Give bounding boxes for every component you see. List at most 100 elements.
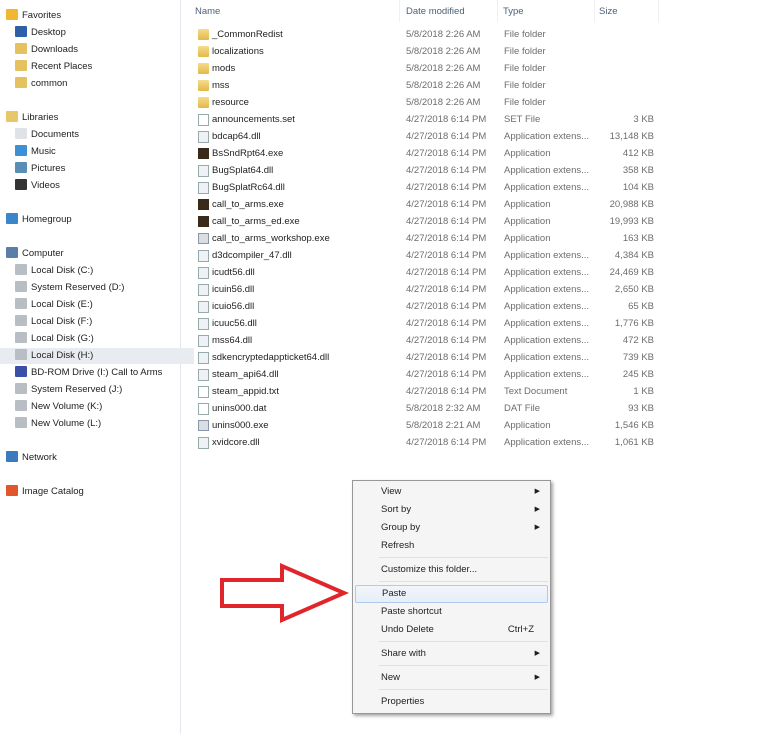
nav-drive[interactable]: System Reserved (D:) xyxy=(15,280,124,296)
nav-homegroup[interactable]: Homegroup xyxy=(6,212,72,228)
menu-item-new[interactable]: New ▶ xyxy=(355,669,548,687)
column-date[interactable]: Date modified xyxy=(406,6,465,17)
nav-libraries-item[interactable]: Videos xyxy=(15,178,60,194)
menu-item-undo-delete[interactable]: Undo Delete Ctrl+Z xyxy=(355,621,548,639)
nav-drive[interactable]: Local Disk (H:) xyxy=(0,348,194,364)
menu-item-paste[interactable]: Paste xyxy=(355,585,548,603)
column-type[interactable]: Type xyxy=(503,6,524,17)
nav-drive[interactable]: New Volume (K:) xyxy=(15,399,102,415)
nav-drive[interactable]: Local Disk (C:) xyxy=(15,263,93,279)
file-row[interactable]: steam_appid.txt 4/27/2018 6:14 PM Text Doc… xyxy=(190,383,660,400)
menu-item-refresh[interactable]: Refresh xyxy=(355,537,548,555)
menu-item-group-by[interactable]: Group by ▶ xyxy=(355,519,548,537)
nav-label: common xyxy=(31,78,68,89)
file-type: Application extens... xyxy=(504,182,590,193)
file-row[interactable]: BugSplat64.dll 4/27/2018 6:14 PM Applicati… xyxy=(190,162,660,179)
nav-label: Local Disk (G:) xyxy=(31,333,94,344)
file-type: File folder xyxy=(504,97,546,108)
menu-item-properties[interactable]: Properties xyxy=(355,693,548,711)
nav-network[interactable]: Network xyxy=(6,450,57,466)
file-icon xyxy=(198,335,209,347)
nav-drive[interactable]: Local Disk (E:) xyxy=(15,297,93,313)
file-row[interactable]: mss 5/8/2018 2:26 AM File folder xyxy=(190,77,660,94)
menu-separator xyxy=(379,689,548,690)
column-name[interactable]: Name xyxy=(195,6,220,17)
file-name: unins000.exe xyxy=(212,420,269,431)
favorites-item-icon xyxy=(15,26,27,37)
file-size: 4,384 KB xyxy=(614,250,654,261)
menu-item-view[interactable]: View ▶ xyxy=(355,483,548,501)
file-row[interactable]: sdkencryptedappticket64.dll 4/27/2018 6:1… xyxy=(190,349,660,366)
nav-drive[interactable]: Local Disk (G:) xyxy=(15,331,94,347)
nav-drive[interactable]: System Reserved (J:) xyxy=(15,382,122,398)
file-row[interactable]: unins000.dat 5/8/2018 2:32 AM DAT File 93 K… xyxy=(190,400,660,417)
column-size[interactable]: Size xyxy=(599,6,617,17)
computer-icon xyxy=(6,247,18,258)
nav-libraries-item[interactable]: Pictures xyxy=(15,161,65,177)
menu-item-paste-shortcut[interactable]: Paste shortcut xyxy=(355,603,548,621)
file-name: icuio56.dll xyxy=(212,301,255,312)
nav-libraries-item[interactable]: Music xyxy=(15,144,56,160)
file-row[interactable]: BugSplatRc64.dll 4/27/2018 6:14 PM Applica… xyxy=(190,179,660,196)
nav-label: Local Disk (F:) xyxy=(31,316,93,327)
file-row[interactable]: mss64.dll 4/27/2018 6:14 PM Application ex… xyxy=(190,332,660,349)
file-type: Application xyxy=(504,420,551,431)
file-row[interactable]: unins000.exe 5/8/2018 2:21 AM Application 1… xyxy=(190,417,660,434)
file-row[interactable]: BsSndRpt64.exe 4/27/2018 6:14 PM Applicati… xyxy=(190,145,660,162)
file-row[interactable]: icudt56.dll 4/27/2018 6:14 PM Application … xyxy=(190,264,660,281)
nav-libraries-item[interactable]: Documents xyxy=(15,127,79,143)
nav-drive[interactable]: BD-ROM Drive (I:) Call to Arms xyxy=(15,365,162,381)
file-row[interactable]: call_to_arms.exe 4/27/2018 6:14 PM Applica… xyxy=(190,196,660,213)
file-icon xyxy=(198,182,209,194)
file-row[interactable]: icuuc56.dll 4/27/2018 6:14 PM Application … xyxy=(190,315,660,332)
file-size: 472 KB xyxy=(622,335,654,346)
nav-computer[interactable]: Computer xyxy=(6,246,64,262)
file-row[interactable]: localizations 5/8/2018 2:26 AM File folder xyxy=(190,43,660,60)
favorites-item-icon xyxy=(15,77,27,88)
column-divider[interactable] xyxy=(658,0,659,22)
file-row[interactable]: _CommonRedist 5/8/2018 2:26 AM File folder xyxy=(190,26,660,43)
submenu-arrow-icon: ▶ xyxy=(534,524,540,531)
nav-label: Documents xyxy=(31,129,80,140)
nav-favorites-item[interactable]: Downloads xyxy=(15,42,78,58)
column-divider[interactable] xyxy=(594,0,595,22)
nav-libraries[interactable]: Libraries xyxy=(6,110,58,126)
file-row[interactable]: steam_api64.dll 4/27/2018 6:14 PM Applicat… xyxy=(190,366,660,383)
column-divider[interactable] xyxy=(497,0,498,22)
column-divider[interactable] xyxy=(399,0,400,22)
nav-drive[interactable]: New Volume (L:) xyxy=(15,416,101,432)
file-row[interactable]: call_to_arms_workshop.exe 4/27/2018 6:14 … xyxy=(190,230,660,247)
nav-drive[interactable]: Local Disk (F:) xyxy=(15,314,92,330)
menu-item-customize-this-folder[interactable]: Customize this folder... xyxy=(355,561,548,579)
file-size: 358 KB xyxy=(622,165,654,176)
file-icon xyxy=(198,199,209,210)
menu-item-share-with[interactable]: Share with ▶ xyxy=(355,645,548,663)
file-row[interactable]: announcements.set 4/27/2018 6:14 PM SET Fi… xyxy=(190,111,660,128)
nav-favorites[interactable]: Favorites xyxy=(6,8,61,24)
file-type: File folder xyxy=(504,80,546,91)
nav-label: Libraries xyxy=(22,112,59,123)
file-name: BugSplatRc64.dll xyxy=(212,182,285,193)
file-date: 4/27/2018 6:14 PM xyxy=(406,437,487,448)
nav-favorites-item[interactable]: Recent Places xyxy=(15,59,92,75)
file-row[interactable]: icuio56.dll 4/27/2018 6:14 PM Application … xyxy=(190,298,660,315)
libraries-item-icon xyxy=(15,128,27,139)
file-row[interactable]: mods 5/8/2018 2:26 AM File folder xyxy=(190,60,660,77)
nav-image-catalog[interactable]: Image Catalog xyxy=(6,484,84,500)
file-row[interactable]: resource 5/8/2018 2:26 AM File folder xyxy=(190,94,660,111)
menu-item-sort-by[interactable]: Sort by ▶ xyxy=(355,501,548,519)
file-size: 1 KB xyxy=(633,386,654,397)
file-type: Application xyxy=(504,233,551,244)
file-row[interactable]: d3dcompiler_47.dll 4/27/2018 6:14 PM Appli… xyxy=(190,247,660,264)
file-row[interactable]: call_to_arms_ed.exe 4/27/2018 6:14 PM Appl… xyxy=(190,213,660,230)
file-type: File folder xyxy=(504,29,546,40)
nav-favorites-item[interactable]: Desktop xyxy=(15,25,66,41)
nav-label: Computer xyxy=(22,248,64,259)
nav-label: Local Disk (H:) xyxy=(31,350,94,361)
file-row[interactable]: bdcap64.dll 4/27/2018 6:14 PM Application … xyxy=(190,128,660,145)
file-row[interactable]: icuin56.dll 4/27/2018 6:14 PM Application … xyxy=(190,281,660,298)
nav-favorites-item[interactable]: common xyxy=(15,76,67,92)
file-name: localizations xyxy=(212,46,264,57)
file-row[interactable]: xvidcore.dll 4/27/2018 6:14 PM Application… xyxy=(190,434,660,451)
nav-label: Favorites xyxy=(22,10,62,21)
